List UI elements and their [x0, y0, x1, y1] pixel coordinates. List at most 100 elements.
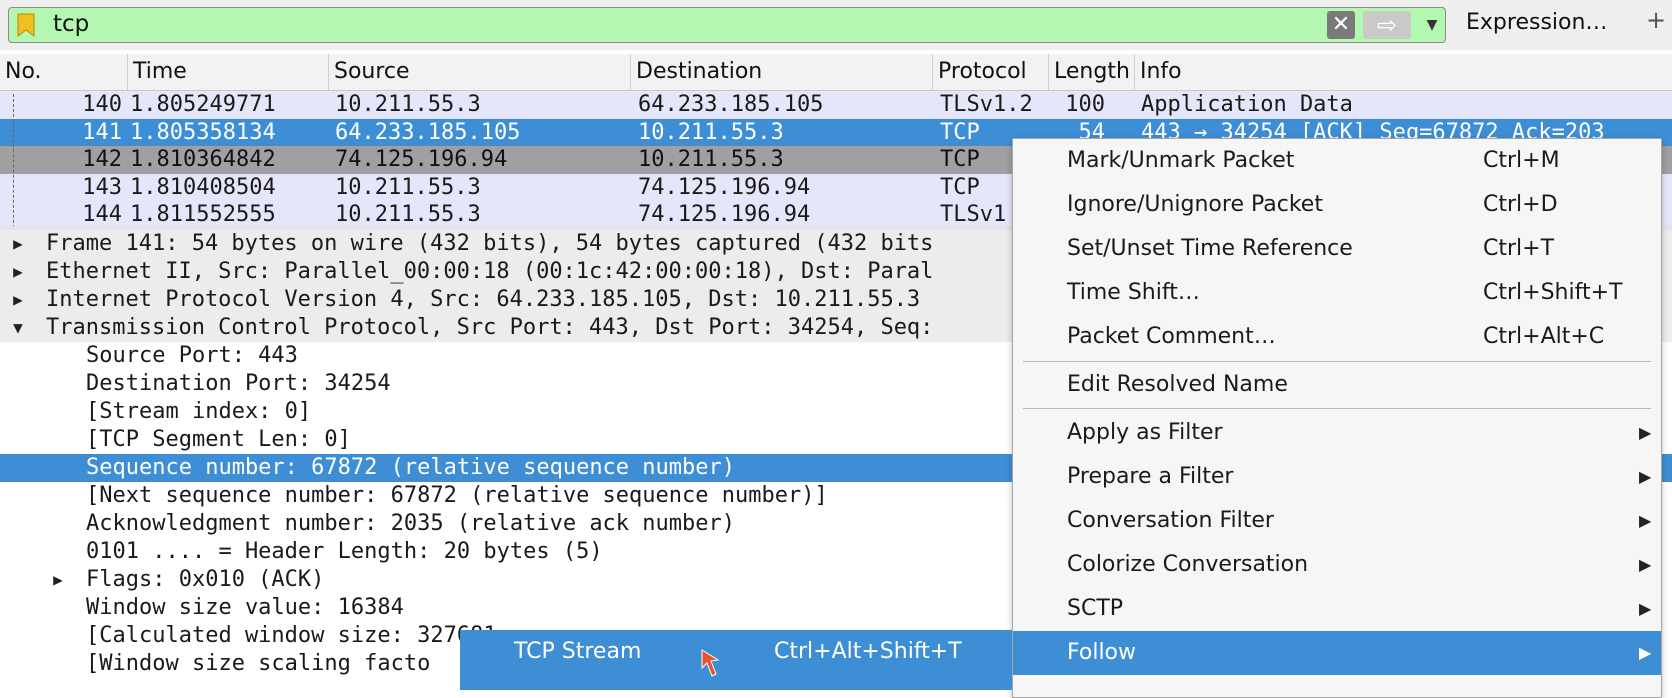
- cell-source: 64.233.185.105: [335, 119, 521, 145]
- follow-submenu: TCP Stream Ctrl+Alt+Shift+T: [460, 630, 1012, 690]
- menu-item-edit-resolved-name[interactable]: Edit Resolved Name: [1013, 363, 1661, 407]
- expand-arrow-icon[interactable]: ▶: [8, 230, 28, 258]
- menu-item-label: Edit Resolved Name: [1067, 372, 1288, 397]
- filter-history-dropdown-icon[interactable]: ▼: [1421, 13, 1443, 37]
- menu-separator: [1023, 361, 1651, 362]
- collapse-arrow-icon[interactable]: ▼: [8, 314, 28, 342]
- menu-item-follow[interactable]: Follow ▶: [1013, 631, 1661, 675]
- menu-item-label: Packet Comment…: [1067, 324, 1276, 349]
- cell-time: 1.811552555: [130, 202, 276, 227]
- submenu-arrow-icon: ▶: [1639, 555, 1652, 574]
- cell-destination: 10.211.55.3: [638, 119, 784, 145]
- field-label: [Stream index: 0]: [86, 399, 312, 424]
- cell-protocol: TCP: [940, 147, 980, 172]
- related-packet-indicator: [13, 94, 14, 228]
- cell-destination: 74.125.196.94: [638, 174, 811, 200]
- menu-item-shortcut: Ctrl+M: [1483, 148, 1560, 173]
- cell-destination: 64.233.185.105: [638, 92, 824, 117]
- expand-arrow-icon[interactable]: ▶: [8, 286, 28, 314]
- cell-source: 10.211.55.3: [335, 202, 481, 227]
- column-header-info[interactable]: Info: [1135, 54, 1672, 90]
- menu-separator: [1023, 408, 1651, 409]
- filter-text[interactable]: tcp: [53, 11, 89, 37]
- field-label: Flags: 0x010 (ACK): [86, 567, 325, 592]
- menu-item-apply-as-filter[interactable]: Apply as Filter ▶: [1013, 411, 1661, 455]
- display-filter-toolbar: tcp ✕ ⇨ ▼ Expression… +: [0, 0, 1672, 50]
- field-label: Acknowledgment number: 2035 (relative ac…: [86, 511, 736, 536]
- field-label: Source Port: 443: [86, 343, 298, 368]
- cell-source: 10.211.55.3: [335, 174, 481, 200]
- tree-item-label: Frame 141: 54 bytes on wire (432 bits), …: [46, 231, 934, 256]
- submenu-arrow-icon: ▶: [1639, 643, 1652, 662]
- field-label: [Next sequence number: 67872 (relative s…: [86, 483, 828, 508]
- menu-item-prepare-filter[interactable]: Prepare a Filter ▶: [1013, 455, 1661, 499]
- menu-item-conversation-filter[interactable]: Conversation Filter ▶: [1013, 499, 1661, 543]
- column-header-destination[interactable]: Destination: [631, 54, 933, 90]
- cell-source: 74.125.196.94: [335, 147, 508, 172]
- cell-time: 1.805249771: [130, 92, 276, 117]
- mouse-cursor-icon: [701, 649, 720, 677]
- menu-item-label: Set/Unset Time Reference: [1067, 236, 1353, 261]
- menu-item-tcp-stream[interactable]: TCP Stream Ctrl+Alt+Shift+T: [460, 630, 1012, 674]
- cell-time: 1.810408504: [130, 174, 276, 200]
- cell-destination: 10.211.55.3: [638, 147, 784, 172]
- packet-row[interactable]: 140 1.805249771 10.211.55.3 64.233.185.1…: [0, 91, 1672, 119]
- cell-no: 142: [82, 147, 122, 172]
- tree-item-label: Ethernet II, Src: Parallel_00:00:18 (00:…: [46, 259, 934, 284]
- submenu-arrow-icon: ▶: [1639, 511, 1652, 530]
- menu-item-ignore-packet[interactable]: Ignore/Unignore Packet Ctrl+D: [1013, 183, 1661, 227]
- column-header-source[interactable]: Source: [329, 54, 631, 90]
- tree-item-label: Internet Protocol Version 4, Src: 64.233…: [46, 287, 921, 312]
- menu-item-label: Time Shift…: [1067, 280, 1200, 305]
- menu-item-time-shift[interactable]: Time Shift… Ctrl+Shift+T: [1013, 271, 1661, 315]
- cell-time: 1.810364842: [130, 147, 276, 172]
- cell-protocol: TLSv1.2: [940, 92, 1033, 117]
- cell-destination: 74.125.196.94: [638, 202, 811, 227]
- cell-info: Application Data: [1141, 92, 1353, 117]
- column-header-length[interactable]: Length: [1049, 54, 1135, 90]
- menu-item-packet-comment[interactable]: Packet Comment… Ctrl+Alt+C: [1013, 315, 1661, 359]
- menu-item-shortcut: Ctrl+T: [1483, 236, 1555, 261]
- field-label: 0101 .... = Header Length: 20 bytes (5): [86, 539, 603, 564]
- tree-item-label: Transmission Control Protocol, Src Port:…: [46, 315, 934, 340]
- clear-filter-icon[interactable]: ✕: [1327, 11, 1355, 39]
- menu-item-label: TCP Stream: [514, 639, 642, 664]
- menu-item-time-reference[interactable]: Set/Unset Time Reference Ctrl+T: [1013, 227, 1661, 271]
- cell-protocol: TCP: [940, 174, 980, 200]
- cell-source: 10.211.55.3: [335, 92, 481, 117]
- menu-item-shortcut: Ctrl+Alt+C: [1483, 324, 1605, 349]
- apply-filter-arrow-icon[interactable]: ⇨: [1363, 11, 1411, 39]
- expression-button[interactable]: Expression…: [1466, 10, 1607, 35]
- menu-item-mark-packet[interactable]: Mark/Unmark Packet Ctrl+M: [1013, 139, 1661, 183]
- display-filter-input[interactable]: tcp ✕ ⇨ ▼: [8, 7, 1446, 43]
- cell-no: 143: [82, 174, 122, 200]
- menu-item-shortcut: Ctrl+D: [1483, 192, 1558, 217]
- submenu-arrow-icon: ▶: [1639, 599, 1652, 618]
- menu-item-colorize-conversation[interactable]: Colorize Conversation ▶: [1013, 543, 1661, 587]
- menu-item-shortcut: Ctrl+Shift+T: [1483, 280, 1623, 305]
- menu-item-label: SCTP: [1067, 596, 1124, 621]
- cell-no: 144: [82, 202, 122, 227]
- bookmark-icon[interactable]: [15, 12, 37, 38]
- cell-time: 1.805358134: [130, 119, 276, 145]
- menu-item-label: Mark/Unmark Packet: [1067, 148, 1295, 173]
- expand-arrow-icon[interactable]: ▶: [48, 566, 68, 594]
- column-header-no[interactable]: No.: [0, 54, 128, 90]
- menu-item-label: Ignore/Unignore Packet: [1067, 192, 1323, 217]
- add-filter-button[interactable]: +: [1646, 6, 1666, 34]
- field-label: [TCP Segment Len: 0]: [86, 427, 351, 452]
- menu-item-label: Prepare a Filter: [1067, 464, 1234, 489]
- cell-protocol: TLSv1: [940, 202, 1007, 227]
- menu-item-label: Apply as Filter: [1067, 420, 1223, 445]
- expand-arrow-icon[interactable]: ▶: [8, 258, 28, 286]
- field-label: Window size value: 16384: [86, 595, 404, 620]
- column-header-protocol[interactable]: Protocol: [933, 54, 1049, 90]
- menu-item-sctp[interactable]: SCTP ▶: [1013, 587, 1661, 631]
- submenu-arrow-icon: ▶: [1639, 467, 1652, 486]
- packet-context-menu: Mark/Unmark Packet Ctrl+M Ignore/Unignor…: [1012, 138, 1662, 698]
- menu-item-label: Conversation Filter: [1067, 508, 1274, 533]
- field-label: Destination Port: 34254: [86, 371, 391, 396]
- menu-item-label: Follow: [1067, 640, 1137, 665]
- column-header-time[interactable]: Time: [128, 54, 329, 90]
- submenu-arrow-icon: ▶: [1639, 423, 1652, 442]
